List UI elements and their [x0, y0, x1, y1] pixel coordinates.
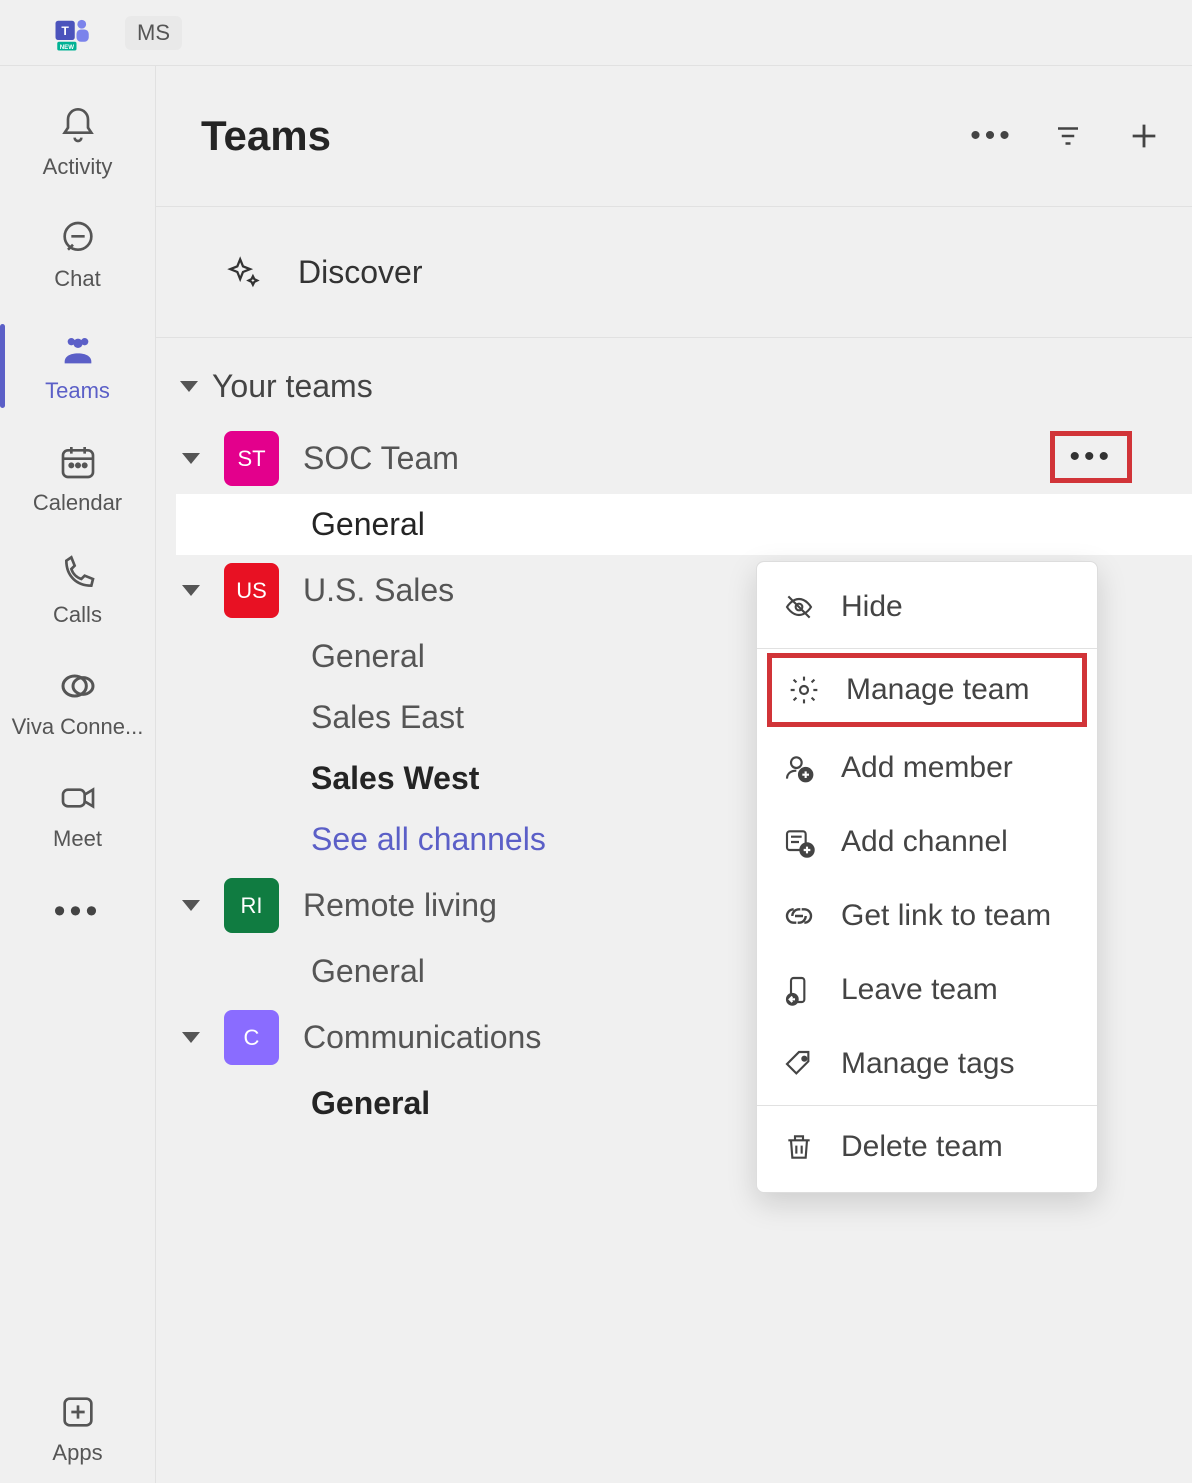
ctx-separator	[757, 648, 1097, 649]
title-bar: T NEW MS	[0, 0, 1192, 66]
ctx-manage-tags[interactable]: Manage tags	[757, 1027, 1097, 1101]
rail-label: Teams	[45, 378, 110, 404]
ctx-label: Delete team	[841, 1130, 1003, 1164]
tag-icon	[783, 1048, 815, 1080]
trash-icon	[783, 1131, 815, 1163]
team-avatar: US	[224, 563, 279, 618]
people-icon	[56, 328, 100, 372]
discover-row[interactable]: Discover	[156, 207, 1192, 338]
rail-label: Activity	[43, 154, 113, 180]
rail-apps[interactable]: Apps	[0, 1372, 155, 1483]
header-filter-button[interactable]	[1050, 118, 1086, 154]
ctx-label: Manage team	[846, 673, 1029, 707]
bell-icon	[56, 104, 100, 148]
caret-down-icon	[182, 900, 200, 911]
viva-icon	[56, 664, 100, 708]
team-name: Communications	[303, 1019, 541, 1056]
ctx-add-member[interactable]: Add member	[757, 731, 1097, 805]
ctx-leave-team[interactable]: Leave team	[757, 953, 1097, 1027]
panel-header: Teams •••	[156, 66, 1192, 207]
ctx-label: Add member	[841, 751, 1013, 785]
ctx-label: Leave team	[841, 973, 998, 1007]
rail-label: Calls	[53, 602, 102, 628]
team-name: U.S. Sales	[303, 572, 454, 609]
teams-logo-icon: T NEW	[50, 10, 95, 55]
rail-label: Chat	[54, 266, 100, 292]
phone-icon	[56, 552, 100, 596]
calendar-icon	[56, 440, 100, 484]
ctx-delete-team[interactable]: Delete team	[757, 1110, 1097, 1184]
rail-chat[interactable]: Chat	[0, 198, 155, 310]
ctx-separator	[757, 1105, 1097, 1106]
teams-panel: Teams ••• Discover Your teams	[156, 66, 1192, 1483]
leave-icon	[783, 974, 815, 1006]
team-avatar: ST	[224, 431, 279, 486]
header-more-button[interactable]: •••	[974, 118, 1010, 154]
account-chip[interactable]: MS	[125, 16, 182, 50]
main-area: Activity Chat Teams Calendar Calls Viva …	[0, 66, 1192, 1483]
rail-teams[interactable]: Teams	[0, 310, 155, 422]
plus-icon	[1127, 119, 1161, 153]
team-name: SOC Team	[303, 440, 459, 477]
ellipsis-icon: •••	[970, 119, 1014, 153]
discover-label: Discover	[298, 254, 422, 291]
ctx-get-link[interactable]: Get link to team	[757, 879, 1097, 953]
svg-text:NEW: NEW	[59, 43, 73, 50]
ctx-label: Hide	[841, 590, 903, 624]
ctx-label: Manage tags	[841, 1047, 1014, 1081]
link-icon	[783, 900, 815, 932]
caret-down-icon	[182, 585, 200, 596]
caret-down-icon	[180, 381, 198, 392]
header-add-button[interactable]	[1126, 118, 1162, 154]
rail-viva[interactable]: Viva Conne...	[0, 646, 155, 758]
ctx-hide[interactable]: Hide	[757, 570, 1097, 644]
channel-item[interactable]: General	[176, 494, 1192, 555]
filter-icon	[1053, 121, 1083, 151]
ctx-manage-team[interactable]: Manage team	[767, 653, 1087, 727]
eye-off-icon	[783, 591, 815, 623]
app-rail: Activity Chat Teams Calendar Calls Viva …	[0, 66, 156, 1483]
your-teams-section[interactable]: Your teams	[176, 362, 1192, 423]
team-avatar: C	[224, 1010, 279, 1065]
rail-label: Apps	[52, 1440, 102, 1466]
app-root: T NEW MS Activity Chat Teams Calendar	[0, 0, 1192, 1483]
rail-label: Viva Conne...	[12, 714, 144, 740]
svg-text:T: T	[61, 23, 69, 37]
team-more-button[interactable]: •••	[1050, 431, 1132, 483]
team-row-soc[interactable]: ST SOC Team •••	[176, 423, 1192, 494]
gear-icon	[788, 674, 820, 706]
rail-more[interactable]: •••	[54, 870, 102, 952]
ctx-label: Get link to team	[841, 899, 1051, 933]
rail-calendar[interactable]: Calendar	[0, 422, 155, 534]
channel-add-icon	[783, 826, 815, 858]
header-actions: •••	[974, 118, 1162, 154]
rail-calls[interactable]: Calls	[0, 534, 155, 646]
rail-label: Meet	[53, 826, 102, 852]
team-avatar: RI	[224, 878, 279, 933]
person-add-icon	[783, 752, 815, 784]
team-name: Remote living	[303, 887, 497, 924]
ctx-add-channel[interactable]: Add channel	[757, 805, 1097, 879]
team-context-menu: Hide Manage team Add member Add channel	[756, 561, 1098, 1193]
sparkle-icon	[226, 255, 260, 289]
apps-icon	[56, 1390, 100, 1434]
rail-activity[interactable]: Activity	[0, 86, 155, 198]
rail-label: Calendar	[33, 490, 122, 516]
caret-down-icon	[182, 1032, 200, 1043]
chat-icon	[56, 216, 100, 260]
section-label: Your teams	[212, 368, 373, 405]
video-icon	[56, 776, 100, 820]
rail-meet[interactable]: Meet	[0, 758, 155, 870]
ctx-label: Add channel	[841, 825, 1008, 859]
panel-title: Teams	[201, 112, 331, 160]
caret-down-icon	[182, 453, 200, 464]
